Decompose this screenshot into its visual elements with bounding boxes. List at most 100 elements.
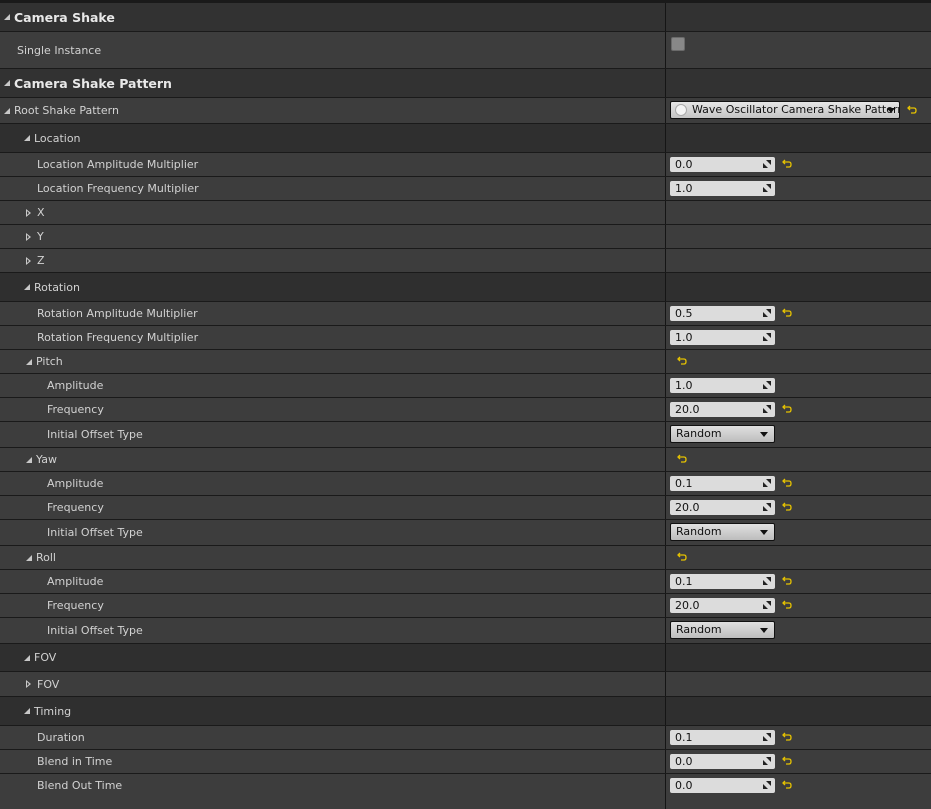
duration-input[interactable]: 0.1 — [670, 730, 775, 745]
collapsed-arrow-icon[interactable] — [26, 208, 31, 217]
yaw-amplitude-input[interactable]: 0.1 — [670, 476, 775, 491]
expand-arrow-icon[interactable] — [4, 107, 10, 114]
property-fov[interactable]: FOV — [0, 672, 931, 696]
numeric-value: 20.0 — [675, 599, 700, 612]
reset-to-default-icon[interactable] — [782, 756, 792, 766]
expand-arrow-icon[interactable] — [24, 284, 30, 290]
blend-out-time-input[interactable]: 0.0 — [670, 778, 775, 793]
group-timing[interactable]: Timing — [0, 697, 931, 725]
property-label: Frequency — [47, 599, 104, 612]
expand-arrow-icon[interactable] — [24, 654, 30, 661]
shake-pattern-class-combo[interactable]: Wave Oscillator Camera Shake Pattern — [670, 101, 900, 119]
combo-value: Random — [676, 623, 722, 636]
reset-to-default-icon[interactable] — [677, 454, 687, 464]
rotation-amplitude-input[interactable]: 0.5 — [670, 306, 775, 321]
reset-to-default-icon[interactable] — [782, 308, 792, 318]
collapsed-arrow-icon[interactable] — [26, 232, 31, 241]
reset-to-default-icon[interactable] — [782, 159, 792, 169]
property-y[interactable]: Y — [0, 225, 931, 248]
property-blend-in-time: Blend in Time 0.0 — [0, 750, 931, 773]
collapsed-arrow-icon[interactable] — [26, 680, 31, 688]
reset-to-default-icon[interactable] — [907, 105, 917, 115]
property-label: Location Amplitude Multiplier — [37, 158, 199, 171]
group-rotation[interactable]: Rotation — [0, 273, 931, 301]
category-camera-shake[interactable]: Camera Shake — [0, 3, 931, 31]
property-pitch[interactable]: Pitch — [0, 350, 931, 373]
drag-handle-icon[interactable] — [763, 503, 771, 511]
roll-offset-type-select[interactable]: Random — [670, 621, 775, 639]
expand-arrow-icon[interactable] — [24, 708, 30, 714]
drag-handle-icon[interactable] — [763, 757, 771, 765]
group-title: Timing — [34, 704, 72, 718]
yaw-offset-type-select[interactable]: Random — [670, 523, 775, 541]
group-location[interactable]: Location — [0, 124, 931, 152]
property-label: Root Shake Pattern — [14, 104, 119, 117]
expand-arrow-icon[interactable] — [26, 358, 32, 365]
reset-to-default-icon[interactable] — [782, 576, 792, 586]
expand-arrow-icon[interactable] — [4, 14, 10, 20]
property-yaw[interactable]: Yaw — [0, 448, 931, 471]
property-label: Frequency — [47, 501, 104, 514]
drag-handle-icon[interactable] — [763, 601, 771, 609]
numeric-value: 0.1 — [675, 477, 693, 490]
property-label: Y — [37, 230, 44, 243]
property-x[interactable]: X — [0, 201, 931, 224]
chevron-down-icon — [760, 628, 768, 633]
drag-handle-icon[interactable] — [763, 733, 771, 741]
property-blend-out-time: Blend Out Time 0.0 — [0, 774, 931, 809]
pitch-frequency-input[interactable]: 20.0 — [670, 402, 775, 417]
group-fov[interactable]: FOV — [0, 644, 931, 671]
reset-to-default-icon[interactable] — [782, 732, 792, 742]
property-yaw-amplitude: Amplitude 0.1 — [0, 472, 931, 495]
category-camera-shake-pattern[interactable]: Camera Shake Pattern — [0, 69, 931, 97]
drag-handle-icon[interactable] — [763, 184, 771, 192]
roll-amplitude-input[interactable]: 0.1 — [670, 574, 775, 589]
numeric-value: 1.0 — [675, 182, 693, 195]
property-label: Amplitude — [47, 379, 104, 392]
drag-handle-icon[interactable] — [763, 309, 771, 317]
property-pitch-frequency: Frequency 20.0 — [0, 398, 931, 421]
property-label: Rotation Frequency Multiplier — [37, 331, 199, 344]
property-label: Location Frequency Multiplier — [37, 182, 199, 195]
expand-arrow-icon[interactable] — [26, 456, 32, 463]
drag-handle-icon[interactable] — [763, 381, 771, 389]
collapsed-arrow-icon[interactable] — [26, 256, 31, 265]
expand-arrow-icon[interactable] — [24, 135, 30, 141]
property-label: Rotation Amplitude Multiplier — [37, 307, 198, 320]
reset-to-default-icon[interactable] — [782, 478, 792, 488]
reset-to-default-icon[interactable] — [782, 600, 792, 610]
location-amplitude-input[interactable]: 0.0 — [670, 157, 775, 172]
reset-to-default-icon[interactable] — [782, 780, 792, 790]
expand-arrow-icon[interactable] — [26, 554, 32, 561]
chevron-down-icon — [760, 432, 768, 437]
numeric-value: 0.5 — [675, 307, 693, 320]
expand-arrow-icon[interactable] — [4, 80, 10, 86]
drag-handle-icon[interactable] — [763, 577, 771, 585]
drag-handle-icon[interactable] — [763, 405, 771, 413]
pitch-offset-type-select[interactable]: Random — [670, 425, 775, 443]
drag-handle-icon[interactable] — [763, 160, 771, 168]
reset-to-default-icon[interactable] — [677, 552, 687, 562]
numeric-value: 0.0 — [675, 779, 693, 792]
category-title: Camera Shake — [14, 9, 115, 25]
location-frequency-input[interactable]: 1.0 — [670, 181, 775, 196]
drag-handle-icon[interactable] — [763, 781, 771, 789]
blend-in-time-input[interactable]: 0.0 — [670, 754, 775, 769]
single-instance-checkbox[interactable] — [671, 37, 685, 51]
drag-handle-icon[interactable] — [763, 333, 771, 341]
group-title: Rotation — [34, 280, 81, 294]
pitch-amplitude-input[interactable]: 1.0 — [670, 378, 775, 393]
property-pitch-amplitude: Amplitude 1.0 — [0, 374, 931, 397]
property-z[interactable]: Z — [0, 249, 931, 272]
property-rotation-amplitude-multiplier: Rotation Amplitude Multiplier 0.5 — [0, 302, 931, 325]
rotation-frequency-input[interactable]: 1.0 — [670, 330, 775, 345]
property-roll-initial-offset-type: Initial Offset Type Random — [0, 618, 931, 643]
reset-to-default-icon[interactable] — [782, 404, 792, 414]
reset-to-default-icon[interactable] — [677, 356, 687, 366]
reset-to-default-icon[interactable] — [782, 502, 792, 512]
drag-handle-icon[interactable] — [763, 479, 771, 487]
roll-frequency-input[interactable]: 20.0 — [670, 598, 775, 613]
property-label: Initial Offset Type — [47, 428, 143, 441]
property-roll[interactable]: Roll — [0, 546, 931, 569]
yaw-frequency-input[interactable]: 20.0 — [670, 500, 775, 515]
